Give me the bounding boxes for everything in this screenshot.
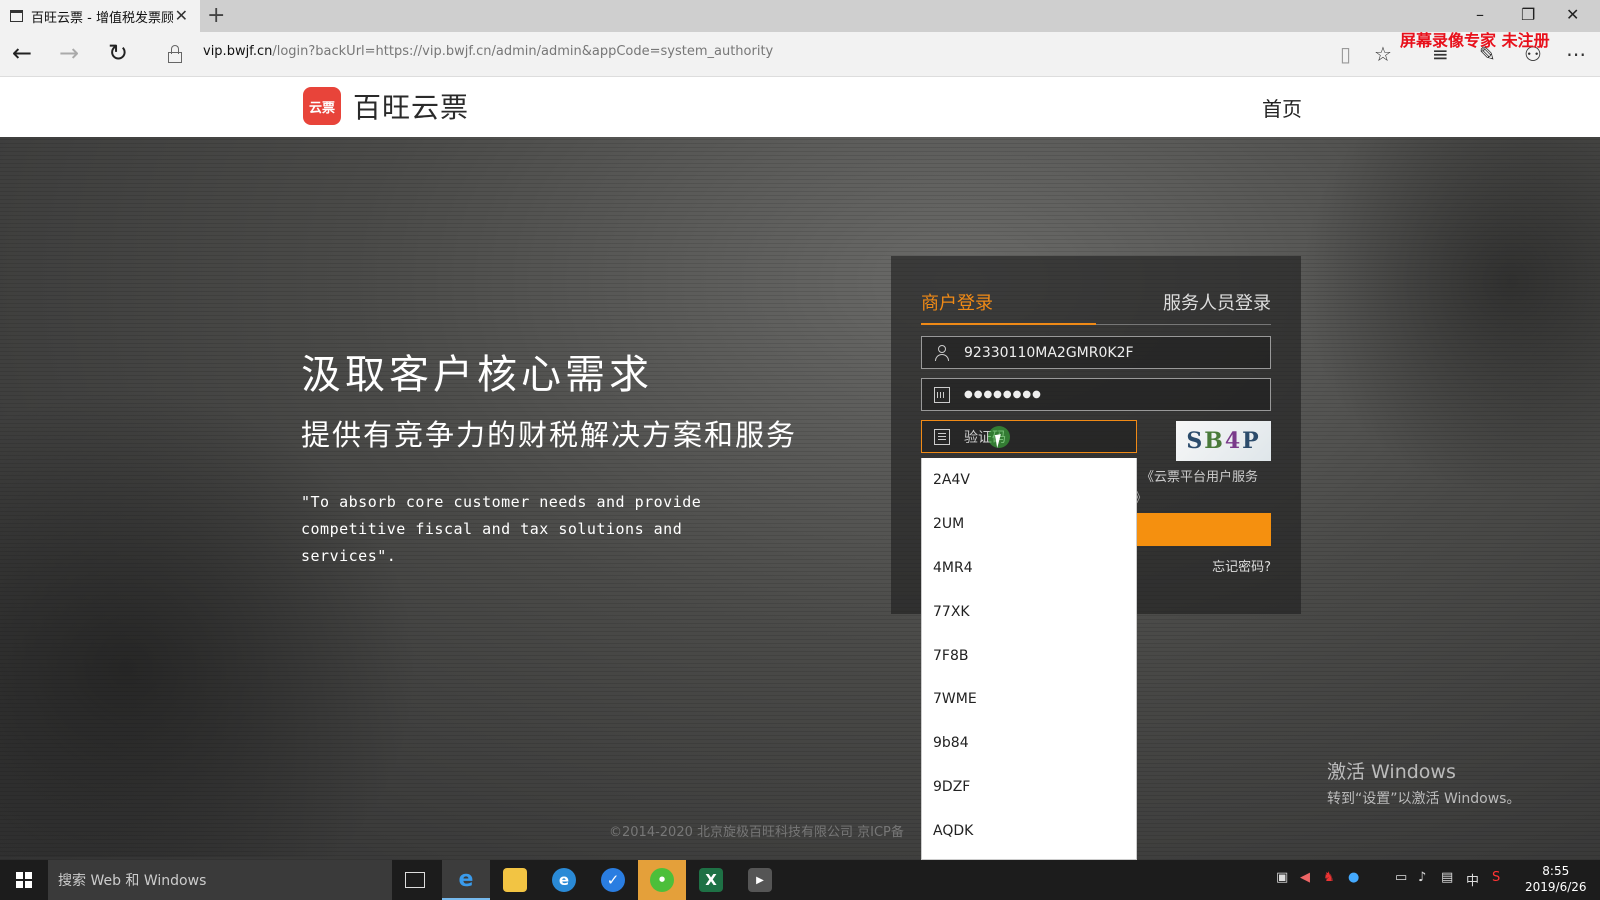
hero-headline: 汲取客户核心需求 (301, 352, 653, 398)
site-logo[interactable]: 云票 百旺云票 (303, 86, 469, 126)
autocomplete-option[interactable]: 7WME (922, 677, 1136, 721)
background-shadow (1300, 137, 1600, 497)
active-tab-indicator (921, 323, 1096, 325)
forgot-password-link[interactable]: 忘记密码? (1212, 556, 1271, 575)
taskbar-screen-recorder[interactable]: ▶ (736, 860, 784, 900)
captcha-image[interactable]: SB4P (1176, 421, 1271, 461)
windows-activation-notice: 激活 Windows 转到“设置”以激活 Windows。 (1327, 757, 1520, 808)
login-button[interactable] (1133, 513, 1271, 546)
tab-merchant-login[interactable]: 商户登录 (921, 289, 993, 315)
taskbar-wechat[interactable]: • (638, 860, 686, 900)
speaker-icon[interactable]: ♪ (1418, 870, 1426, 885)
password-icon (934, 386, 950, 403)
username-value: 92330110MA2GMR0K2F (964, 344, 1134, 361)
mouse-cursor-icon (994, 433, 1010, 448)
lock-icon (168, 45, 182, 63)
start-button[interactable] (0, 860, 48, 900)
logo-text: 百旺云票 (353, 91, 470, 124)
taskbar-excel[interactable]: X (687, 860, 735, 900)
site-header: 云票 百旺云票 首页 (0, 77, 1600, 137)
network-icon[interactable]: ▭ (1395, 870, 1407, 885)
logo-badge: 云票 (303, 87, 341, 125)
forward-arrow-icon[interactable]: → (59, 39, 79, 67)
address-bar: ← → ↻ vip.bwjf.cn/login?backUrl=https://… (0, 32, 1600, 77)
qq-tray-icon[interactable]: ♞ (1323, 870, 1335, 885)
agreement-link[interactable]: 《云票平台用户服务 (1141, 466, 1258, 485)
browser-tab-active[interactable]: 百旺云票 - 增值税发票顾 ✕ (0, 0, 200, 32)
taskbar-app-blue[interactable]: ✓ (589, 860, 637, 900)
activation-title: 激活 Windows (1327, 761, 1456, 783)
reading-view-icon[interactable]: ▯ (1340, 42, 1351, 66)
captcha-input[interactable]: 验证码 (921, 420, 1137, 453)
taskbar-clock[interactable]: 8:55 2019/6/26 (1525, 863, 1587, 895)
user-icon (934, 344, 950, 361)
browser-tab-bar: 百旺云票 - 增值税发票顾 ✕ + – ❐ ✕ (0, 0, 1600, 32)
captcha-icon (934, 428, 950, 445)
wechat-icon: • (650, 868, 674, 892)
camera-tray-icon[interactable]: ▣ (1276, 870, 1288, 885)
network-app-tray-icon[interactable]: ● (1348, 870, 1359, 885)
password-value: ●●●●●●●● (964, 389, 1042, 400)
task-view-icon[interactable] (405, 872, 425, 888)
password-field[interactable]: ●●●●●●●● (921, 378, 1271, 411)
refresh-icon[interactable]: ↻ (108, 39, 128, 67)
edge-icon: e (458, 866, 474, 892)
taskbar-ie[interactable]: e (540, 860, 588, 900)
recorder-icon: ▶ (748, 868, 772, 892)
notification-icon[interactable]: ▤ (1441, 870, 1453, 885)
windows-taskbar: 搜索 Web 和 Windows e e ✓ • X ▶ ▣ ◀ ♞ ● ▭ ♪… (0, 860, 1600, 900)
nav-home-link[interactable]: 首页 (1262, 93, 1302, 122)
captcha-autocomplete-list: 2A4V 2UM 4MR4 77XK 7F8B 7WME 9b84 9DZF A… (921, 458, 1137, 860)
background-shadow (0, 387, 420, 857)
autocomplete-option[interactable]: 77XK (922, 590, 1136, 634)
clock-time: 8:55 (1542, 864, 1570, 878)
url-field[interactable]: vip.bwjf.cn/login?backUrl=https://vip.bw… (203, 44, 773, 59)
autocomplete-option[interactable]: 9b84 (922, 721, 1136, 765)
new-tab-button[interactable]: + (207, 3, 225, 28)
bird-icon: ✓ (601, 868, 625, 892)
taskbar-file-explorer[interactable] (491, 860, 539, 900)
taskbar-edge[interactable]: e (442, 860, 490, 900)
hero-subheadline: 提供有竞争力的财税解决方案和服务 (301, 418, 798, 452)
minimize-icon[interactable]: – (1476, 5, 1484, 24)
autocomplete-option[interactable]: 9DZF (922, 765, 1136, 809)
back-arrow-icon[interactable]: ← (12, 39, 32, 67)
sogou-ime-icon[interactable]: S (1492, 870, 1500, 885)
copyright-text: ©2014-2020 北京旋极百旺科技有限公司 京ICP备 (609, 825, 904, 840)
page-icon (10, 10, 23, 22)
clock-date: 2019/6/26 (1525, 880, 1587, 894)
ie-icon: e (552, 868, 576, 892)
restore-icon[interactable]: ❐ (1521, 5, 1535, 24)
close-window-icon[interactable]: ✕ (1566, 5, 1579, 24)
ime-indicator[interactable]: 中 (1466, 870, 1479, 889)
close-tab-icon[interactable]: ✕ (175, 6, 188, 25)
favorite-star-icon[interactable]: ☆ (1374, 42, 1392, 66)
hero-quote: "To absorb core customer needs and provi… (301, 493, 702, 565)
autocomplete-option[interactable]: AQDK (922, 809, 1136, 853)
username-field[interactable]: 92330110MA2GMR0K2F (921, 336, 1271, 369)
more-icon[interactable]: ⋯ (1566, 42, 1586, 66)
windows-logo-icon (16, 872, 32, 888)
excel-icon: X (699, 868, 723, 892)
tab-staff-login[interactable]: 服务人员登录 (1163, 289, 1271, 315)
taskbar-search-box[interactable]: 搜索 Web 和 Windows (48, 860, 392, 900)
autocomplete-option[interactable]: 4MR4 (922, 546, 1136, 590)
volume-app-tray-icon[interactable]: ◀ (1300, 870, 1310, 885)
activation-subtitle: 转到“设置”以激活 Windows。 (1327, 791, 1521, 807)
autocomplete-option[interactable]: 2UM (922, 502, 1136, 546)
folder-icon (503, 868, 527, 892)
tab-title: 百旺云票 - 增值税发票顾 (31, 10, 173, 26)
autocomplete-option[interactable]: 2A4V (922, 458, 1136, 502)
recorder-watermark: 屏幕录像专家 未注册 (1400, 31, 1550, 50)
autocomplete-option[interactable]: 7F8B (922, 634, 1136, 678)
hero-section: 汲取客户核心需求 提供有竞争力的财税解决方案和服务 "To absorb cor… (0, 137, 1600, 860)
